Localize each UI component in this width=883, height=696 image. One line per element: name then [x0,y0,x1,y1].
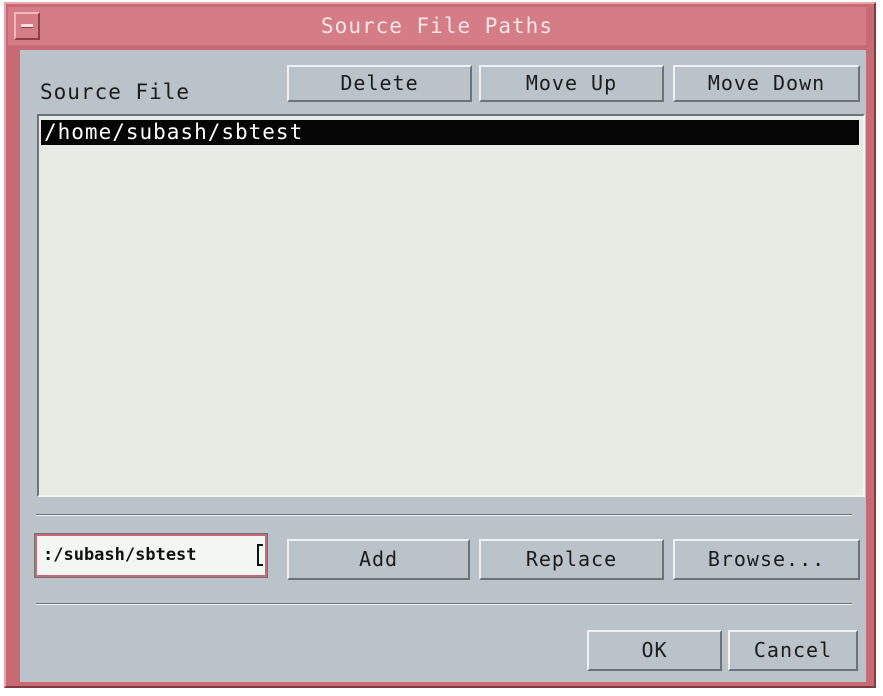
title-bar[interactable]: Source File Paths [8,7,866,45]
dialog-body: Source File Delete Move Up Move Down /ho… [20,50,866,682]
text-caret-icon [257,544,263,566]
path-input-text: :/subash/sbtest [43,545,197,565]
path-input[interactable]: :/subash/sbtest [34,533,268,578]
move-down-button[interactable]: Move Down [673,65,860,102]
add-button[interactable]: Add [287,539,470,580]
move-up-button[interactable]: Move Up [479,65,664,102]
separator-top [36,514,852,516]
cancel-button[interactable]: Cancel [728,630,858,671]
source-file-label: Source File [40,80,191,104]
separator-bottom [36,603,852,605]
delete-button[interactable]: Delete [287,65,472,102]
ok-button[interactable]: OK [587,630,722,671]
browse-button[interactable]: Browse... [673,539,860,580]
replace-button[interactable]: Replace [479,539,664,580]
window-title: Source File Paths [321,14,553,38]
source-path-list[interactable]: /home/subash/sbtest [37,114,865,497]
list-item-selected[interactable]: /home/subash/sbtest [41,120,859,145]
